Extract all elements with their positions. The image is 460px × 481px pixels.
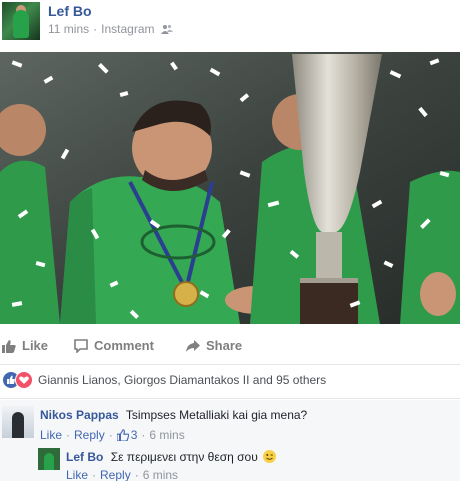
thumbs-up-icon [116, 429, 129, 441]
post-actions-bar: Like Comment Share [0, 334, 460, 360]
post-source[interactable]: Instagram [101, 22, 154, 36]
comment-text: Tsimpses Metalliaki kai gia mena? [125, 408, 308, 422]
dot-separator: · [108, 428, 113, 442]
reply-actions: Like · Reply · 6 mins [66, 468, 178, 481]
wink-emoji-icon [263, 450, 277, 463]
dot-separator: · [134, 468, 139, 481]
post-timestamp[interactable]: 11 mins [48, 22, 89, 36]
like-button[interactable]: Like [2, 338, 48, 353]
reply-body: Lef Bo Σε περιμενει στην θεση σου [66, 450, 277, 464]
author-avatar[interactable] [2, 2, 40, 40]
comment-body: Nikos Pappas Tsimpses Metalliaki kai gia… [40, 408, 307, 422]
post-meta: 11 mins · Instagram [48, 22, 173, 36]
reactors-text[interactable]: Giannis Lianos, Giorgos Diamantakos II a… [38, 373, 326, 387]
comment-like-count[interactable]: 3 [116, 428, 138, 442]
avatar-figure [44, 453, 54, 470]
friends-audience-icon[interactable] [160, 24, 173, 34]
reaction-icons [2, 371, 34, 389]
post-photo[interactable] [0, 52, 460, 324]
dot-separator: · [141, 428, 146, 442]
dot-separator: · [92, 468, 97, 481]
comment-label: Comment [94, 338, 154, 353]
reactions-divider [0, 398, 460, 399]
post-author-name[interactable]: Lef Bo [48, 3, 92, 19]
like-label: Like [22, 338, 49, 353]
comment-timestamp[interactable]: 6 mins [149, 428, 184, 442]
meta-separator: · [93, 22, 98, 36]
share-label: Share [206, 338, 243, 353]
post-header: Lef Bo 11 mins · Instagram [0, 0, 460, 46]
reply-reply-link[interactable]: Reply [100, 468, 131, 481]
comment-like-link[interactable]: Like [40, 428, 62, 442]
comment-author[interactable]: Nikos Pappas [40, 408, 119, 422]
reply-author[interactable]: Lef Bo [66, 450, 103, 464]
comment-reply-link[interactable]: Reply [74, 428, 105, 442]
thumbs-up-icon [2, 339, 16, 353]
comment-actions: Like · Reply · 3 · 6 mins [40, 428, 185, 442]
commenter-avatar[interactable] [2, 406, 34, 438]
reply-like-link[interactable]: Like [66, 468, 88, 481]
reply-timestamp[interactable]: 6 mins [143, 468, 178, 481]
reactions-summary[interactable]: Giannis Lianos, Giorgos Diamantakos II a… [0, 368, 460, 392]
comments-section: Nikos Pappas Tsimpses Metalliaki kai gia… [0, 400, 460, 481]
comment-bubble-icon [74, 338, 88, 353]
dot-separator: · [66, 428, 71, 442]
photo-illustration [0, 52, 460, 324]
like-count-value: 3 [130, 428, 138, 442]
reply-text: Σε περιμενει στην θεση σου [110, 450, 258, 464]
comment-button[interactable]: Comment [74, 338, 154, 353]
share-arrow-icon [186, 339, 200, 352]
love-reaction-icon [15, 371, 33, 389]
avatar-figure [13, 10, 29, 38]
actions-divider [0, 364, 460, 365]
reply-author-avatar[interactable] [38, 448, 60, 470]
avatar-figure [12, 412, 24, 438]
share-button[interactable]: Share [186, 338, 242, 353]
